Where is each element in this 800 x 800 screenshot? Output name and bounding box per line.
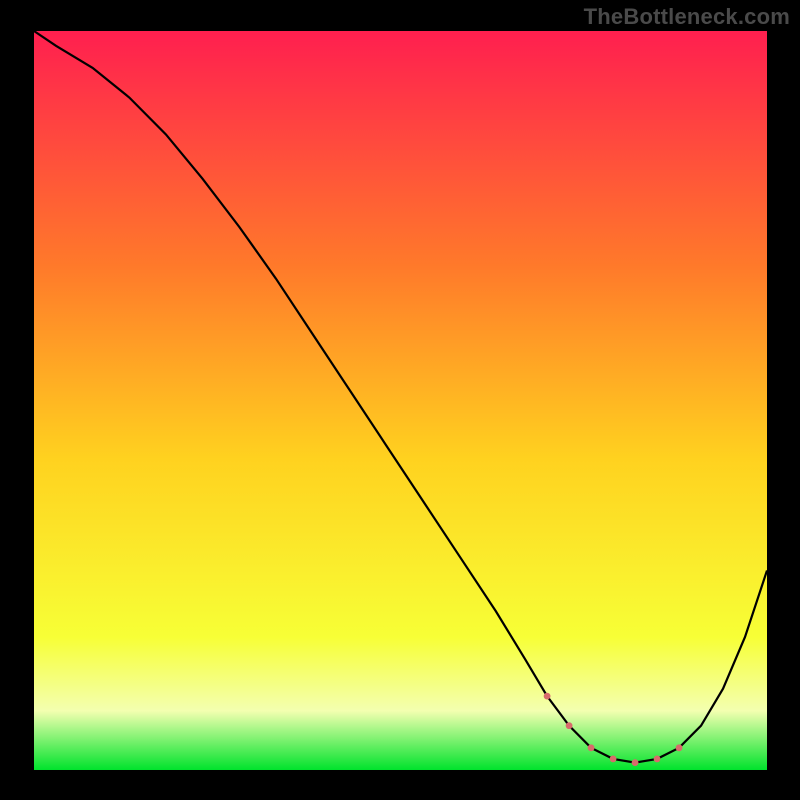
highlight-dot — [610, 756, 617, 763]
highlight-dot — [632, 759, 639, 766]
chart-frame: TheBottleneck.com — [0, 0, 800, 800]
highlight-dot — [566, 722, 573, 729]
plot-background — [34, 31, 767, 770]
highlight-dot — [676, 744, 683, 751]
highlight-dot — [544, 693, 551, 700]
highlight-dot — [654, 756, 661, 763]
watermark-text: TheBottleneck.com — [584, 4, 790, 30]
highlight-dot — [588, 744, 595, 751]
bottleneck-plot — [0, 0, 800, 800]
